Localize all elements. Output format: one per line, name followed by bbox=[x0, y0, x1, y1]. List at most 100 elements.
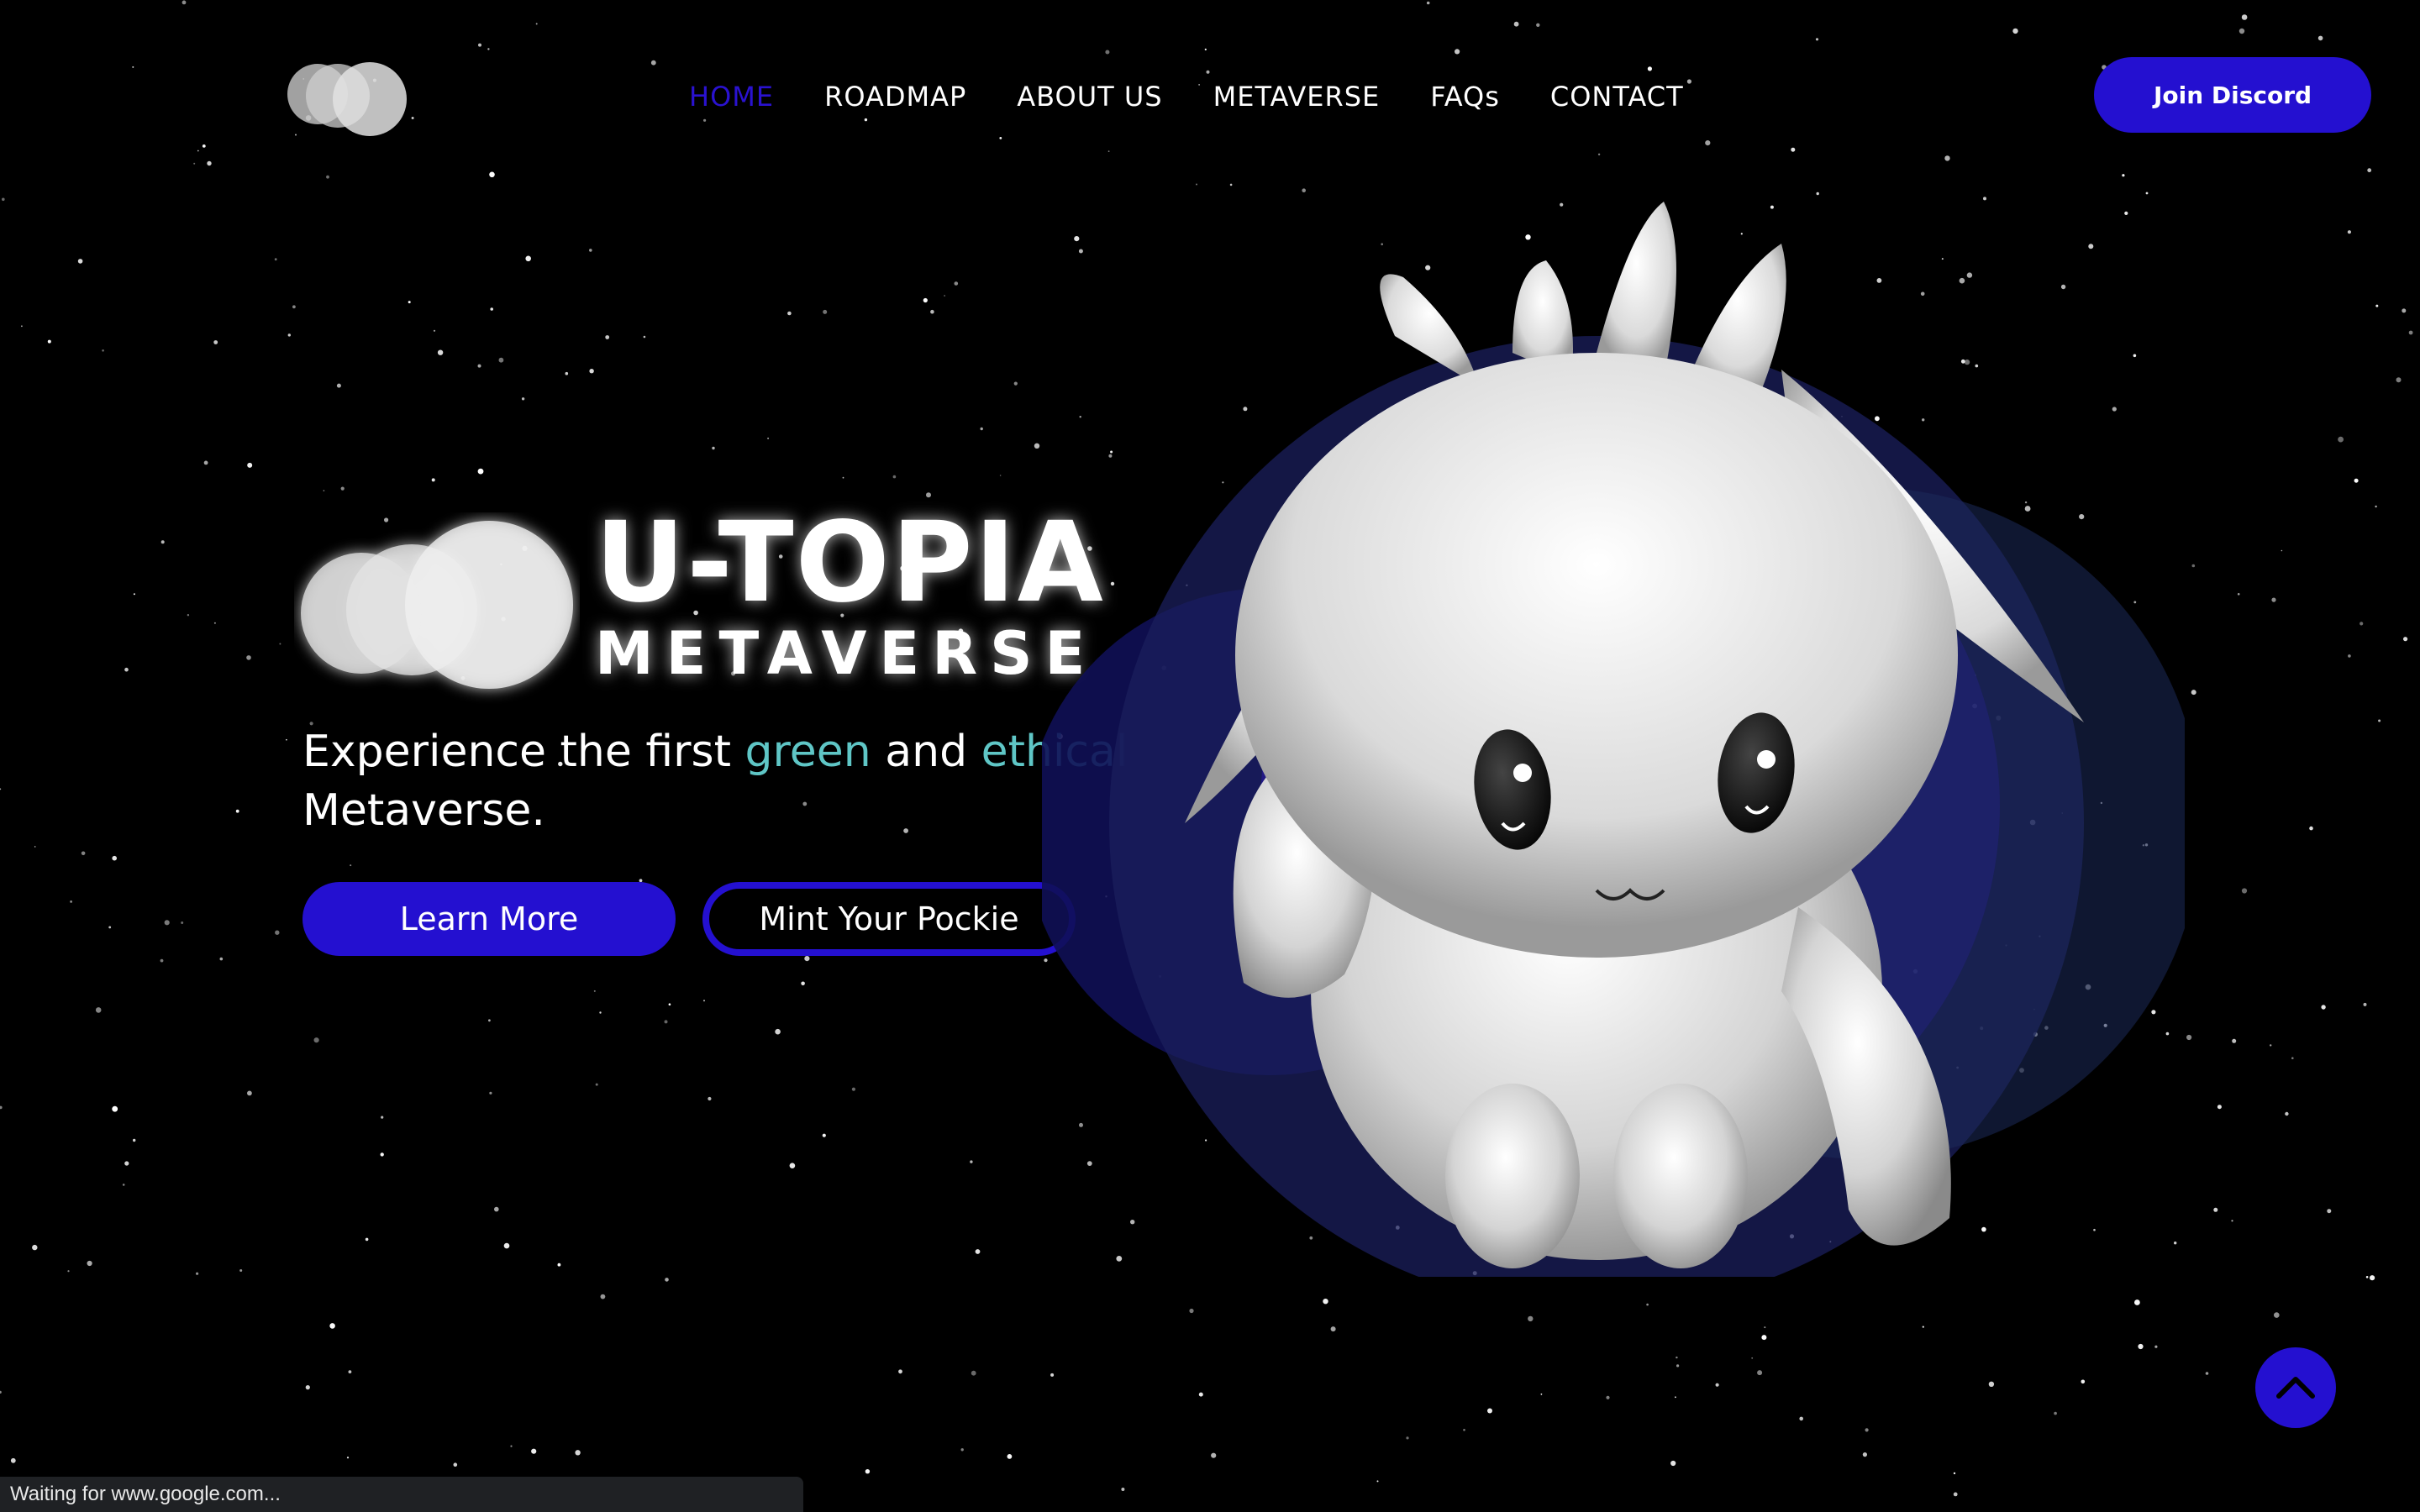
join-discord-button[interactable]: Join Discord bbox=[2094, 57, 2371, 133]
star bbox=[1815, 38, 1819, 41]
star bbox=[193, 162, 196, 165]
star bbox=[433, 329, 436, 332]
star bbox=[112, 1105, 118, 1112]
star bbox=[197, 150, 199, 152]
star bbox=[490, 307, 493, 311]
star bbox=[453, 1462, 458, 1467]
star bbox=[275, 930, 280, 935]
star bbox=[712, 446, 715, 450]
page: HOME ROADMAP ABOUT US METAVERSE FAQs CON… bbox=[0, 0, 2420, 1512]
mint-pockie-button[interactable]: Mint Your Pockie bbox=[702, 882, 1076, 956]
star bbox=[1757, 1370, 1763, 1376]
star bbox=[132, 66, 134, 68]
nav-metaverse[interactable]: METAVERSE bbox=[1213, 81, 1381, 113]
star bbox=[1107, 150, 1110, 153]
star bbox=[1536, 23, 1540, 27]
star bbox=[787, 311, 792, 316]
star bbox=[2375, 505, 2377, 508]
star bbox=[851, 1087, 856, 1091]
star bbox=[898, 1369, 902, 1374]
star bbox=[1206, 70, 1210, 74]
star bbox=[2271, 597, 2276, 602]
star bbox=[102, 349, 104, 352]
star bbox=[2347, 230, 2351, 234]
star bbox=[77, 259, 83, 264]
star bbox=[605, 335, 610, 339]
star bbox=[999, 137, 1002, 139]
star bbox=[164, 920, 170, 926]
star bbox=[930, 309, 934, 314]
star bbox=[1764, 1326, 1766, 1329]
star bbox=[489, 1091, 492, 1095]
star bbox=[2363, 1002, 2367, 1006]
star bbox=[498, 357, 504, 363]
star bbox=[1675, 1396, 1676, 1399]
star bbox=[2396, 377, 2402, 383]
tagline-text-3: Metaverse. bbox=[302, 785, 545, 836]
star bbox=[112, 855, 117, 861]
nav-home[interactable]: HOME bbox=[689, 81, 774, 113]
star bbox=[1953, 1472, 1956, 1475]
nav-roadmap[interactable]: ROADMAP bbox=[824, 81, 966, 113]
star bbox=[2205, 1372, 2209, 1375]
star bbox=[2367, 168, 2372, 173]
star bbox=[999, 475, 1002, 476]
star bbox=[133, 1138, 136, 1142]
star bbox=[589, 249, 592, 252]
scroll-to-top-button[interactable] bbox=[2255, 1347, 2336, 1428]
star bbox=[213, 622, 216, 624]
star bbox=[95, 1007, 102, 1013]
star bbox=[970, 1160, 973, 1163]
star bbox=[980, 427, 983, 431]
star bbox=[488, 1019, 491, 1022]
star bbox=[2154, 1345, 2158, 1348]
star bbox=[2365, 1276, 2369, 1278]
star bbox=[1606, 1395, 1610, 1399]
star bbox=[1865, 1428, 1869, 1432]
star bbox=[124, 1161, 129, 1166]
star bbox=[1323, 1299, 1328, 1305]
star bbox=[1426, 1, 1430, 5]
star bbox=[489, 171, 495, 178]
tagline-green: green bbox=[744, 727, 871, 777]
star bbox=[10, 1457, 16, 1463]
star bbox=[589, 369, 594, 374]
star bbox=[219, 957, 224, 961]
star bbox=[313, 1037, 319, 1043]
star bbox=[292, 305, 296, 309]
star bbox=[531, 1448, 537, 1454]
main-nav: HOME ROADMAP ABOUT US METAVERSE FAQs CON… bbox=[689, 76, 1684, 118]
star bbox=[1715, 1383, 1719, 1387]
star bbox=[305, 1385, 310, 1390]
site-logo[interactable] bbox=[286, 59, 408, 139]
star bbox=[1922, 1326, 1924, 1328]
star bbox=[2281, 549, 2283, 552]
star bbox=[842, 476, 844, 479]
star bbox=[1799, 1416, 1803, 1421]
star bbox=[600, 1294, 606, 1299]
star bbox=[2238, 28, 2245, 34]
star bbox=[1761, 1335, 1767, 1341]
star bbox=[124, 667, 129, 672]
learn-more-button[interactable]: Learn More bbox=[302, 882, 676, 956]
star bbox=[108, 926, 112, 929]
browser-status-bar: Waiting for www.google.com... bbox=[0, 1477, 803, 1512]
star bbox=[1751, 1357, 1754, 1359]
star bbox=[767, 437, 770, 439]
nav-faqs[interactable]: FAQs bbox=[1430, 81, 1500, 113]
star bbox=[1105, 50, 1110, 55]
star bbox=[2408, 330, 2413, 335]
star bbox=[975, 1249, 981, 1254]
star bbox=[365, 1237, 369, 1242]
nav-contact[interactable]: CONTACT bbox=[1550, 81, 1684, 113]
star bbox=[346, 1457, 350, 1459]
star bbox=[2054, 1411, 2057, 1415]
star bbox=[478, 43, 481, 47]
star bbox=[67, 1270, 70, 1273]
star bbox=[565, 371, 569, 375]
nav-about-us[interactable]: ABOUT US bbox=[1017, 81, 1162, 113]
star bbox=[2285, 1111, 2289, 1116]
star bbox=[595, 1083, 598, 1086]
star bbox=[2370, 1275, 2375, 1281]
star bbox=[323, 490, 325, 491]
